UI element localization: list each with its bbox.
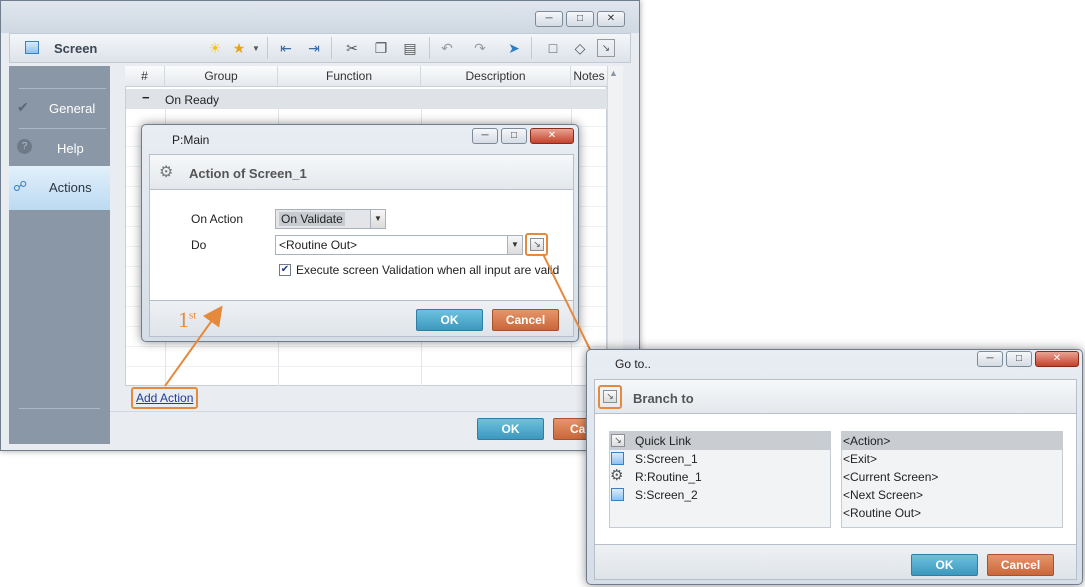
quick-link-icon: ↘ <box>611 434 625 447</box>
sidebar-item-actions[interactable]: ☍ Actions <box>9 166 110 210</box>
indent-icon[interactable]: ⇥ <box>305 39 323 57</box>
star-icon[interactable]: ★ <box>230 39 248 57</box>
goto-dialog: Go to.. ─ □ ✕ ↘ Branch to ↘ Quick Link S… <box>586 349 1083 585</box>
list-item-screen-1[interactable]: S:Screen_1 <box>610 450 830 468</box>
sidebar-item-general[interactable]: ✔ General <box>9 89 110 127</box>
sidebar-item-label: Help <box>57 141 84 156</box>
action-dialog: P:Main ─ □ ✕ ⚙ Action of Screen_1 On Act… <box>141 124 579 342</box>
chevron-up-icon[interactable]: ▲ <box>609 68 618 78</box>
grid-header-group[interactable]: Group <box>165 66 278 86</box>
list-item-label: Quick Link <box>635 434 692 448</box>
sidebar-item-label: Actions <box>49 180 92 195</box>
goto-dialog-controls: ─ □ ✕ <box>977 351 1079 367</box>
on-action-label: On Action <box>191 212 244 226</box>
minimize-button[interactable]: ─ <box>472 128 498 144</box>
validation-checkbox[interactable]: ✔ <box>279 264 291 276</box>
action-dialog-title: P:Main <box>172 133 210 147</box>
lightbulb-icon[interactable]: ☀ <box>206 39 224 57</box>
chevron-down-icon[interactable]: ▼ <box>507 236 522 254</box>
diamond-icon[interactable]: ◇ <box>571 39 589 57</box>
info-icon[interactable]: ➤ <box>505 39 523 57</box>
do-value: <Routine Out> <box>279 238 358 252</box>
list-item-label: S:Screen_1 <box>635 452 698 466</box>
screen-ok-button[interactable]: OK <box>477 418 544 440</box>
action-dialog-cancel-button[interactable]: Cancel <box>492 309 559 331</box>
minimize-button[interactable]: ─ <box>535 11 563 27</box>
grid-group-label: On Ready <box>165 93 220 107</box>
add-action-label[interactable]: Add Action <box>136 391 193 405</box>
toolbar-separator <box>531 37 532 59</box>
cut-icon[interactable]: ✂ <box>343 39 361 57</box>
close-button[interactable]: ✕ <box>530 128 574 144</box>
do-select[interactable]: <Routine Out> ▼ <box>275 235 523 255</box>
minimize-button[interactable]: ─ <box>977 351 1003 367</box>
screen-icon <box>25 41 39 54</box>
sidebar-item-help[interactable]: ? Help <box>9 129 110 165</box>
goto-ok-button[interactable]: OK <box>911 554 978 576</box>
go-to-icon: ↘ <box>530 238 544 251</box>
screen-title: Screen <box>54 41 98 56</box>
action-dialog-header-title: Action of Screen_1 <box>189 166 307 181</box>
do-label: Do <box>191 238 207 252</box>
check-icon: ✔ <box>17 99 29 115</box>
grid-header-number[interactable]: # <box>125 66 165 86</box>
copy-icon[interactable]: ❐ <box>372 39 390 57</box>
sidebar-item-label: General <box>49 101 96 116</box>
screen-icon <box>611 488 624 501</box>
step-annotation: 1st <box>178 307 196 333</box>
goto-cancel-button[interactable]: Cancel <box>987 554 1054 576</box>
maximize-button[interactable]: □ <box>501 128 527 144</box>
maximize-button[interactable]: □ <box>566 11 594 27</box>
list-item-routine-out[interactable]: <Routine Out> <box>842 504 1062 522</box>
list-item-label: S:Screen_2 <box>635 488 698 502</box>
go-to-icon: ↘ <box>603 390 617 403</box>
grid-header-function[interactable]: Function <box>278 66 421 86</box>
goto-dialog-title: Go to.. <box>615 357 652 371</box>
undo-icon[interactable]: ↶ <box>438 39 456 57</box>
screen-window-controls: ─ □ ✕ <box>535 11 625 27</box>
on-action-value: On Validate <box>279 212 345 226</box>
outdent-icon[interactable]: ⇤ <box>277 39 295 57</box>
toolbar-separator <box>331 37 332 59</box>
list-item-next-screen[interactable]: <Next Screen> <box>842 486 1062 504</box>
list-item-action[interactable]: <Action> <box>842 432 1062 450</box>
list-item-quick-link[interactable]: ↘ Quick Link <box>610 432 830 450</box>
toolbar-separator <box>267 37 268 59</box>
close-button[interactable]: ✕ <box>597 11 625 27</box>
list-item-screen-2[interactable]: S:Screen_2 <box>610 486 830 504</box>
help-icon: ? <box>17 139 32 154</box>
go-to-icon[interactable]: ↘ <box>597 39 615 57</box>
paste-icon[interactable]: ▤ <box>401 39 419 57</box>
comment-icon[interactable]: □ <box>544 39 562 57</box>
grid-scrollbar[interactable] <box>607 66 623 386</box>
sidebar-divider <box>19 408 100 409</box>
link-icon: ☍ <box>13 178 28 194</box>
collapse-toggle[interactable]: − <box>142 90 150 105</box>
close-button[interactable]: ✕ <box>1035 351 1079 367</box>
action-dialog-ok-button[interactable]: OK <box>416 309 483 331</box>
redo-icon[interactable]: ↷ <box>471 39 489 57</box>
list-item-exit[interactable]: <Exit> <box>842 450 1062 468</box>
on-action-select[interactable]: On Validate ▼ <box>275 209 386 229</box>
action-dialog-controls: ─ □ ✕ <box>472 128 574 144</box>
toolbar-separator <box>429 37 430 59</box>
gear-icon: ⚙ <box>159 164 174 181</box>
maximize-button[interactable]: □ <box>1006 351 1032 367</box>
validation-checkbox-label: Execute screen Validation when all input… <box>296 263 560 277</box>
list-item-routine-1[interactable]: ⚙ R:Routine_1 <box>610 467 830 486</box>
list-item-label: R:Routine_1 <box>635 470 702 484</box>
chevron-down-icon[interactable]: ▼ <box>370 210 385 228</box>
step-suffix: st <box>189 309 197 322</box>
goto-dialog-header-title: Branch to <box>633 391 694 406</box>
chevron-down-icon[interactable]: ▼ <box>247 39 265 57</box>
screen-icon <box>611 452 624 465</box>
gear-icon: ⚙ <box>610 467 624 484</box>
grid-header-description[interactable]: Description <box>421 66 571 86</box>
list-item-current-screen[interactable]: <Current Screen> <box>842 468 1062 486</box>
screen-footer <box>110 411 640 412</box>
grid-header-notes[interactable]: Notes <box>571 66 607 86</box>
step-number: 1 <box>178 307 189 332</box>
